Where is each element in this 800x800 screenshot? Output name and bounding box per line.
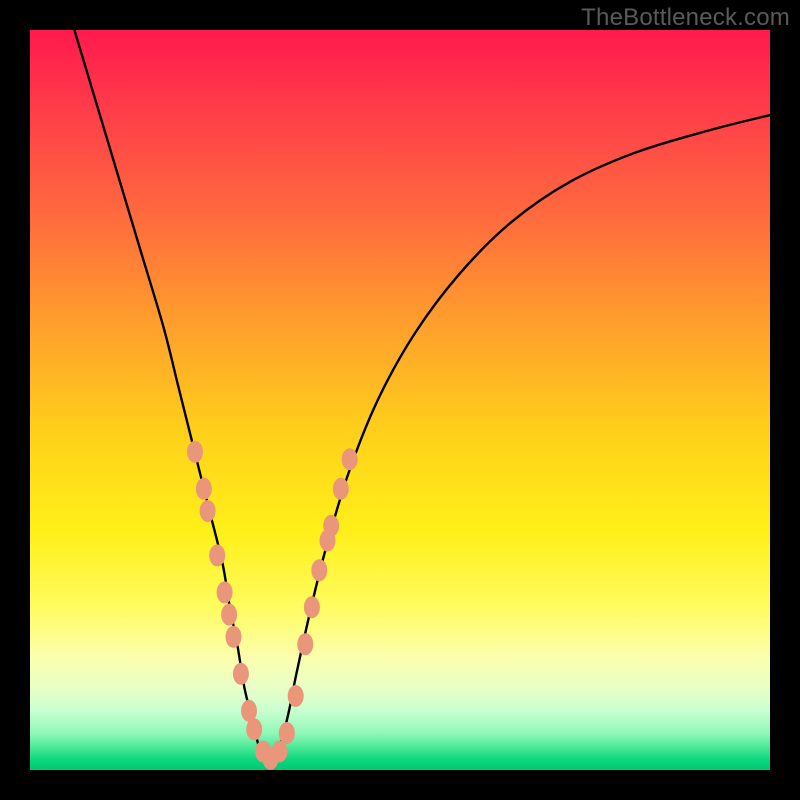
data-marker bbox=[304, 596, 320, 618]
data-marker bbox=[311, 559, 327, 581]
bottleneck-curve-path bbox=[74, 30, 770, 759]
data-marker bbox=[196, 478, 212, 500]
data-marker bbox=[271, 741, 287, 763]
chart-frame: TheBottleneck.com bbox=[0, 0, 800, 800]
data-marker bbox=[209, 544, 225, 566]
data-marker bbox=[297, 633, 313, 655]
data-marker bbox=[217, 581, 233, 603]
data-marker bbox=[333, 478, 349, 500]
chart-svg bbox=[30, 30, 770, 770]
plot-area bbox=[30, 30, 770, 770]
data-marker bbox=[187, 441, 203, 463]
data-marker bbox=[221, 604, 237, 626]
data-marker bbox=[226, 626, 242, 648]
data-marker bbox=[323, 515, 339, 537]
data-marker bbox=[288, 685, 304, 707]
data-marker bbox=[200, 500, 216, 522]
watermark-text: TheBottleneck.com bbox=[581, 4, 790, 32]
data-marker bbox=[246, 718, 262, 740]
marker-group bbox=[187, 441, 358, 770]
data-marker bbox=[233, 663, 249, 685]
data-marker bbox=[279, 722, 295, 744]
data-marker bbox=[342, 448, 358, 470]
